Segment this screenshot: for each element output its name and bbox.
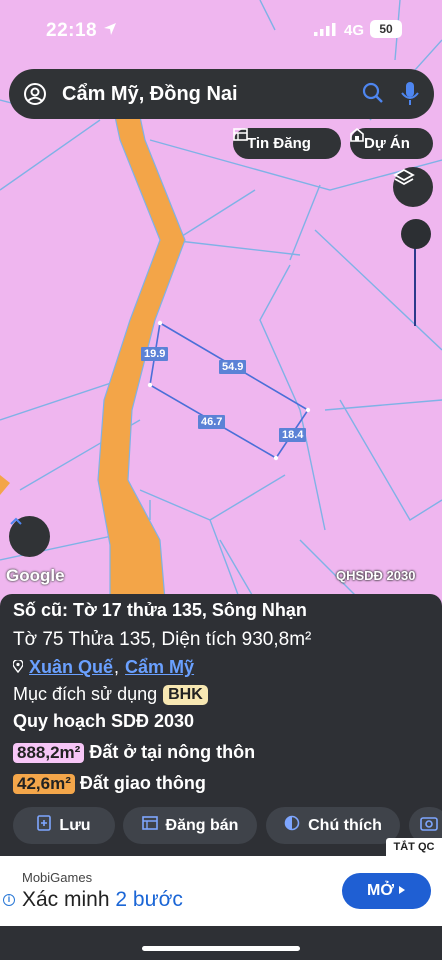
ad-brand: MobiGames [22,870,93,885]
save-icon [37,815,52,836]
save-button[interactable]: Lưu [13,807,115,844]
ward-link[interactable]: Xuân Quế [29,657,113,678]
plan-layer-label: QHSDĐ 2030 [336,568,416,583]
old-parcel-info: Số cũ: Tờ 17 thửa 135, Sông Nhạn [13,600,307,620]
location-separator: , [114,657,120,677]
measure-label-east: 18.4 [279,428,307,442]
legend-label: Chú thích [308,816,382,834]
projects-label: Dự Án [364,135,410,152]
status-time: 22:18 [46,20,98,41]
contrast-icon [284,815,300,836]
search-query[interactable]: Cẩm Mỹ, Đồng Nai [62,83,238,106]
battery-icon: 50 [370,20,402,38]
opacity-slider-handle[interactable] [401,219,431,249]
ad-open-button[interactable]: MỞ [342,873,431,909]
zone-row: 888,2m² Đất ở tại nông thôn [13,742,255,763]
home-indicator[interactable] [142,946,300,951]
plan-title: Quy hoạch SDĐ 2030 [13,711,195,731]
zone-name: Đất giao thông [79,773,206,793]
zone-area-badge: 42,6m² [13,773,75,794]
legend-button[interactable]: Chú thích [266,807,400,844]
zone-row: 42,6m² Đất giao thông [13,773,206,794]
parcel-info: Tờ 75 Thửa 135, Diện tích 930,8m² [13,629,312,650]
zone-area-badge: 888,2m² [13,742,85,763]
ad-cta-label: MỞ [367,882,394,899]
measure-label-north: 54.9 [219,360,247,374]
projects-chip[interactable]: Dự Án [350,128,433,159]
district-link[interactable]: Cẩm Mỹ [125,657,194,678]
post-listing-button[interactable]: Đăng bán [123,807,257,844]
network-type: 4G [344,22,365,39]
close-ad-button[interactable]: TẮT QC [386,838,442,856]
ad-headline: Xác minh 2 bước [22,888,183,912]
camera-icon [420,815,440,836]
listings-label: Tin Đăng [247,135,311,152]
layers-button[interactable] [393,167,433,207]
map-view[interactable]: 19.9 54.9 46.7 18.4 22:18 4G 50 Cẩm Mỹ, … [0,0,442,600]
measure-label-west: 19.9 [141,347,169,361]
post-listing-label: Đăng bán [165,816,239,834]
ad-banner[interactable]: i MobiGames Xác minh 2 bước MỞ [0,856,442,926]
zone-name: Đất ở tại nông thôn [89,742,256,762]
listings-chip[interactable]: Tin Đăng [233,128,341,159]
ad-info-icon[interactable]: i [3,894,15,906]
save-label: Lưu [59,816,91,834]
ad-headline-highlight: 2 bước [115,888,183,911]
ad-headline-prefix: Xác minh [22,888,116,911]
pin-icon [12,657,24,678]
location-row: Xuân Quế , Cẩm Mỹ [12,657,194,678]
purpose-label: Mục đích sử dụng [13,684,158,704]
purpose-row: Mục đích sử dụng BHK [13,684,208,705]
play-arrow-icon [398,882,406,900]
bottom-bar [0,926,442,960]
listing-icon [141,816,158,835]
measure-label-south: 46.7 [198,415,226,429]
purpose-code-badge: BHK [163,684,208,705]
status-bar: 22:18 4G 50 [0,0,442,60]
google-logo: Google [6,566,65,585]
expand-up-button[interactable] [9,516,50,557]
search-bar[interactable]: Cẩm Mỹ, Đồng Nai [9,69,434,119]
